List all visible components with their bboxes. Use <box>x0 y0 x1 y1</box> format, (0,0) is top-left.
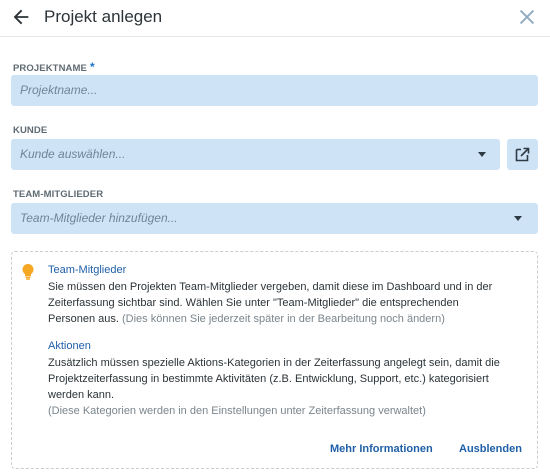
team-label: TEAM-MITGLIEDER <box>13 189 104 200</box>
team-select[interactable]: Team-Mitglieder hinzufügen... <box>11 203 538 234</box>
actions-info-text: Zusätzlich müssen spezielle Aktions-Kate… <box>48 355 528 419</box>
team-placeholder: Team-Mitglieder hinzufügen... <box>20 211 178 225</box>
required-mark: * <box>89 60 95 74</box>
actions-info-title: Aktionen <box>48 340 91 352</box>
arrow-left-icon <box>13 9 29 25</box>
team-info-title: Team-Mitglieder <box>48 264 127 276</box>
back-button[interactable] <box>10 6 32 28</box>
customer-placeholder: Kunde auswählen... <box>20 147 126 161</box>
open-customer-button[interactable] <box>507 139 538 170</box>
lightbulb-icon <box>22 264 34 280</box>
team-info-text: Sie müssen den Projekten Team-Mitglieder… <box>48 279 528 327</box>
actions-info-line: werden kann. <box>48 389 115 401</box>
actions-info-line: Projektzeiterfassung in bestimmte Aktivi… <box>48 373 489 385</box>
team-info-line: Zeiterfassung sichtbar sind. Wählen Sie … <box>48 297 459 309</box>
customer-select[interactable]: Kunde auswählen... <box>11 139 500 170</box>
project-name-placeholder: Projektname... <box>20 83 98 97</box>
team-info-line: Sie müssen den Projekten Team-Mitglieder… <box>48 281 493 293</box>
project-name-label: PROJEKTNAME * <box>13 60 95 74</box>
open-in-new-icon <box>515 147 530 162</box>
actions-info-line: Zusätzlich müssen spezielle Aktions-Kate… <box>48 357 500 369</box>
close-icon <box>519 9 535 25</box>
team-info-note: (Dies können Sie jederzeit später in der… <box>122 313 445 325</box>
more-info-button[interactable]: Mehr Informationen <box>330 443 433 455</box>
close-button[interactable] <box>516 6 538 28</box>
team-info-line3: Personen aus. <box>48 313 119 325</box>
project-name-field[interactable]: Projektname... <box>11 75 538 106</box>
chevron-down-icon <box>478 152 486 157</box>
actions-info-note: (Diese Kategorien werden in den Einstell… <box>48 405 426 417</box>
page-title: Projekt anlegen <box>44 7 163 26</box>
hide-button[interactable]: Ausblenden <box>459 443 522 455</box>
project-name-label-text: PROJEKTNAME <box>13 63 87 74</box>
customer-label: KUNDE <box>13 125 48 136</box>
info-box: Team-Mitglieder Sie müssen den Projekten… <box>11 251 538 469</box>
team-info-line: Personen aus. (Dies können Sie jederzeit… <box>48 311 528 327</box>
dialog-header: Projekt anlegen <box>0 0 550 37</box>
chevron-down-icon <box>514 216 522 221</box>
